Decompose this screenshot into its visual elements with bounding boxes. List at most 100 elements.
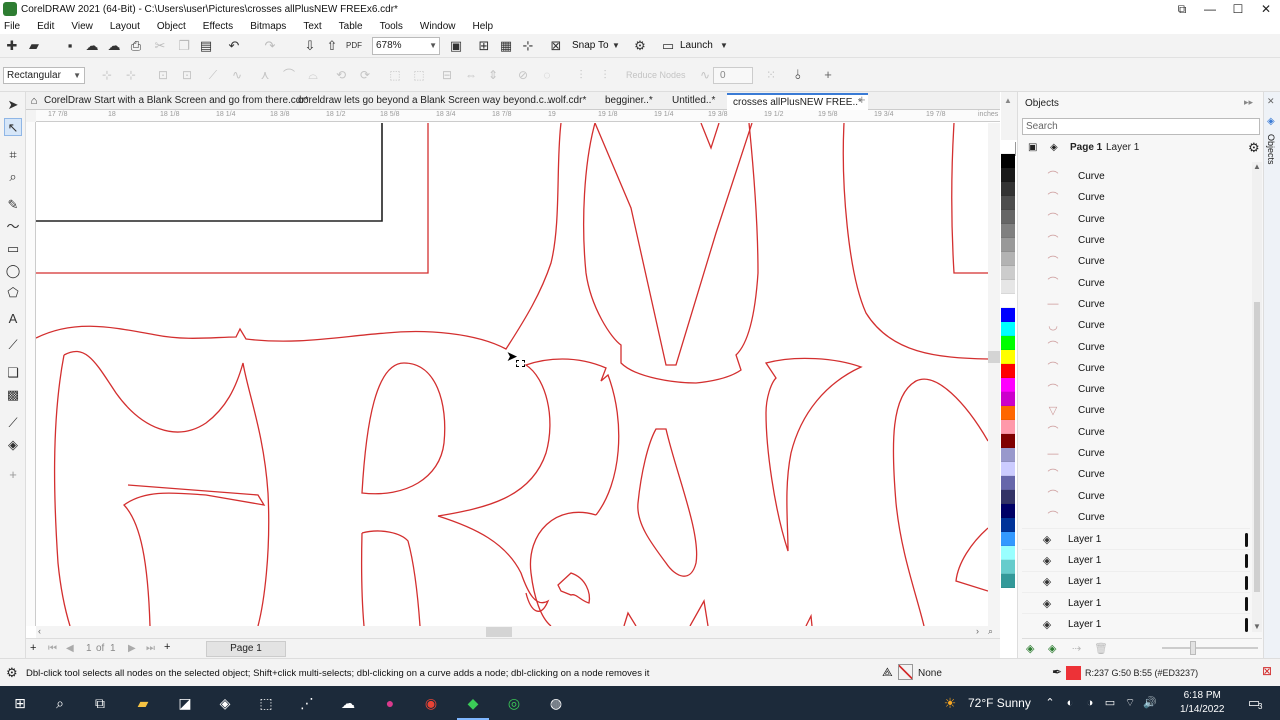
color-swatch[interactable] [1001, 210, 1015, 224]
menu-edit[interactable]: Edit [37, 21, 54, 32]
weather-icon[interactable]: ☀ [940, 694, 960, 712]
join-nodes-icon[interactable]: ⊡ [156, 68, 170, 82]
color-swatch[interactable] [1001, 322, 1015, 336]
home-icon[interactable]: ⌂ [26, 93, 42, 109]
show-grid-icon[interactable]: ▦ [498, 38, 514, 54]
search-icon[interactable]: ⌕ [50, 694, 70, 712]
scroll-right-icon[interactable]: › [976, 626, 979, 636]
color-swatch[interactable] [1001, 364, 1015, 378]
vertical-ruler[interactable] [26, 122, 36, 626]
objects-tab-icon[interactable]: ◈ [1267, 116, 1275, 127]
palette-scroll-up-icon[interactable]: ▲ [1004, 96, 1012, 105]
elastic-mode-icon[interactable]: ⫶ [574, 68, 588, 82]
vertical-scrollbar[interactable] [988, 123, 1000, 626]
add-page-end-icon[interactable]: + [164, 641, 170, 653]
app-icon[interactable]: ● [380, 694, 400, 712]
task-view-icon[interactable]: ⧉ [90, 694, 110, 712]
to-curve-icon[interactable]: ∿ [230, 68, 244, 82]
fill-none-swatch[interactable] [898, 664, 913, 680]
symmetric-node-icon[interactable]: ⌓ [306, 68, 320, 82]
objects-side-tab[interactable]: Objects [1266, 134, 1276, 165]
collapse-docker-icon[interactable]: ▸▸ [1244, 97, 1253, 108]
color-swatch[interactable] [1001, 266, 1015, 280]
list-item[interactable]: — Curve [1022, 443, 1250, 464]
menu-object[interactable]: Object [157, 21, 186, 32]
app-icon[interactable]: ◎ [504, 694, 524, 712]
list-item[interactable]: ◡ Curve [1022, 315, 1250, 336]
color-swatch[interactable] [1001, 532, 1015, 546]
select-all-nodes-icon[interactable]: ⫶ [598, 68, 612, 82]
delete-node-icon[interactable]: ⊹ [124, 68, 138, 82]
cloud-upload-icon[interactable]: ☁ [84, 38, 100, 54]
new-document-icon[interactable]: ✚ [4, 38, 20, 54]
list-item[interactable]: ⌒ Curve [1022, 485, 1250, 506]
app-icon[interactable]: ⋰ [297, 694, 317, 712]
color-swatch[interactable] [1001, 280, 1015, 294]
color-swatch[interactable] [1001, 378, 1015, 392]
color-swatch[interactable] [1001, 238, 1015, 252]
color-swatch[interactable] [1001, 168, 1015, 182]
color-swatch[interactable] [1001, 140, 1015, 154]
drop-shadow-tool-icon[interactable]: ❑ [4, 364, 22, 382]
menu-effects[interactable]: Effects [203, 21, 233, 32]
color-swatch[interactable] [1001, 196, 1015, 210]
artistic-media-tool-icon[interactable]: 〜 [4, 218, 22, 236]
last-page-icon[interactable]: ⏭ [146, 643, 155, 654]
menu-help[interactable]: Help [473, 21, 494, 32]
scroll-left-icon[interactable]: ‹ [38, 626, 41, 636]
scroll-up-icon[interactable]: ▲ [1253, 162, 1261, 171]
system-clock[interactable]: 6:18 PM 1/14/2022 [1180, 689, 1225, 717]
undo-icon[interactable]: ↶ [226, 38, 242, 54]
curve-smoothness-field[interactable]: 0 [713, 67, 753, 84]
color-swatch[interactable] [1001, 392, 1015, 406]
list-item[interactable]: ⌒ Curve [1022, 209, 1250, 230]
list-item[interactable]: ▽ Curve [1022, 400, 1250, 421]
smooth-node-icon[interactable]: ⌒ [282, 68, 296, 82]
color-swatch[interactable] [1001, 560, 1015, 574]
color-swatch[interactable] [1001, 504, 1015, 518]
cut-icon[interactable]: ✂ [152, 38, 168, 54]
save-icon[interactable]: ▪ [62, 38, 78, 54]
app-tray-icon[interactable]: ◐ [1060, 694, 1080, 712]
list-item[interactable]: — Curve [1022, 294, 1250, 315]
copy-icon[interactable]: ❐ [176, 38, 192, 54]
list-item[interactable]: ⌒ Curve [1022, 422, 1250, 443]
pick-tool-icon[interactable]: ➤ [4, 96, 22, 114]
coreldraw-task-icon[interactable]: ◆ [457, 694, 489, 720]
show-guidelines-icon[interactable]: ⊹ [520, 38, 536, 54]
menu-text[interactable]: Text [303, 21, 321, 32]
launch-icon[interactable]: ▭ [660, 38, 676, 54]
list-item[interactable]: ⌒ Curve [1022, 251, 1250, 272]
drawing-canvas[interactable]: ➤ [36, 123, 988, 626]
color-swatch[interactable] [1001, 434, 1015, 448]
show-hidden-icons-icon[interactable]: ⌃ [1040, 694, 1060, 712]
color-swatch[interactable] [1001, 294, 1015, 308]
network-icon[interactable]: ⌔ [1120, 694, 1140, 712]
page-tab[interactable]: Page 1 [206, 641, 286, 657]
color-swatch[interactable] [1001, 406, 1015, 420]
color-swatch[interactable] [1001, 420, 1015, 434]
status-settings-gear-icon[interactable]: ⚙ [6, 665, 18, 681]
scroll-down-icon[interactable]: ▼ [1253, 622, 1261, 631]
freehand-tool-icon[interactable]: ✎ [4, 196, 22, 214]
list-item[interactable]: ⌒ Curve [1022, 336, 1250, 357]
battery-icon[interactable]: ▭ [1100, 694, 1120, 712]
page-view-icon[interactable]: ▣ [1028, 138, 1037, 158]
cloud-download-icon[interactable]: ☁ [106, 38, 122, 54]
add-icon[interactable]: + [820, 67, 836, 83]
menu-tools[interactable]: Tools [380, 21, 403, 32]
list-item[interactable]: ⌒ Curve [1022, 166, 1250, 187]
list-item[interactable]: ⌒ Curve [1022, 507, 1250, 528]
new-master-layer-icon[interactable]: ◈ [1048, 642, 1056, 655]
menu-window[interactable]: Window [420, 21, 456, 32]
chevron-down-icon[interactable]: ▼ [716, 38, 732, 54]
list-item[interactable]: ⌒ Curve [1022, 464, 1250, 485]
previous-page-icon[interactable]: ◀ [66, 643, 74, 654]
zoom-corner-icon[interactable]: ⌕ [988, 626, 993, 637]
color-swatch[interactable] [1001, 462, 1015, 476]
tab-crosses-active[interactable]: crosses allPlusNEW FREE..* [727, 93, 868, 111]
chrome-icon[interactable]: ◉ [421, 694, 441, 712]
layer-item[interactable]: ◈ Layer 1 [1022, 549, 1250, 570]
list-item[interactable]: ⌒ Curve [1022, 379, 1250, 400]
layer-item[interactable]: ◈ Layer 1 [1022, 528, 1250, 549]
